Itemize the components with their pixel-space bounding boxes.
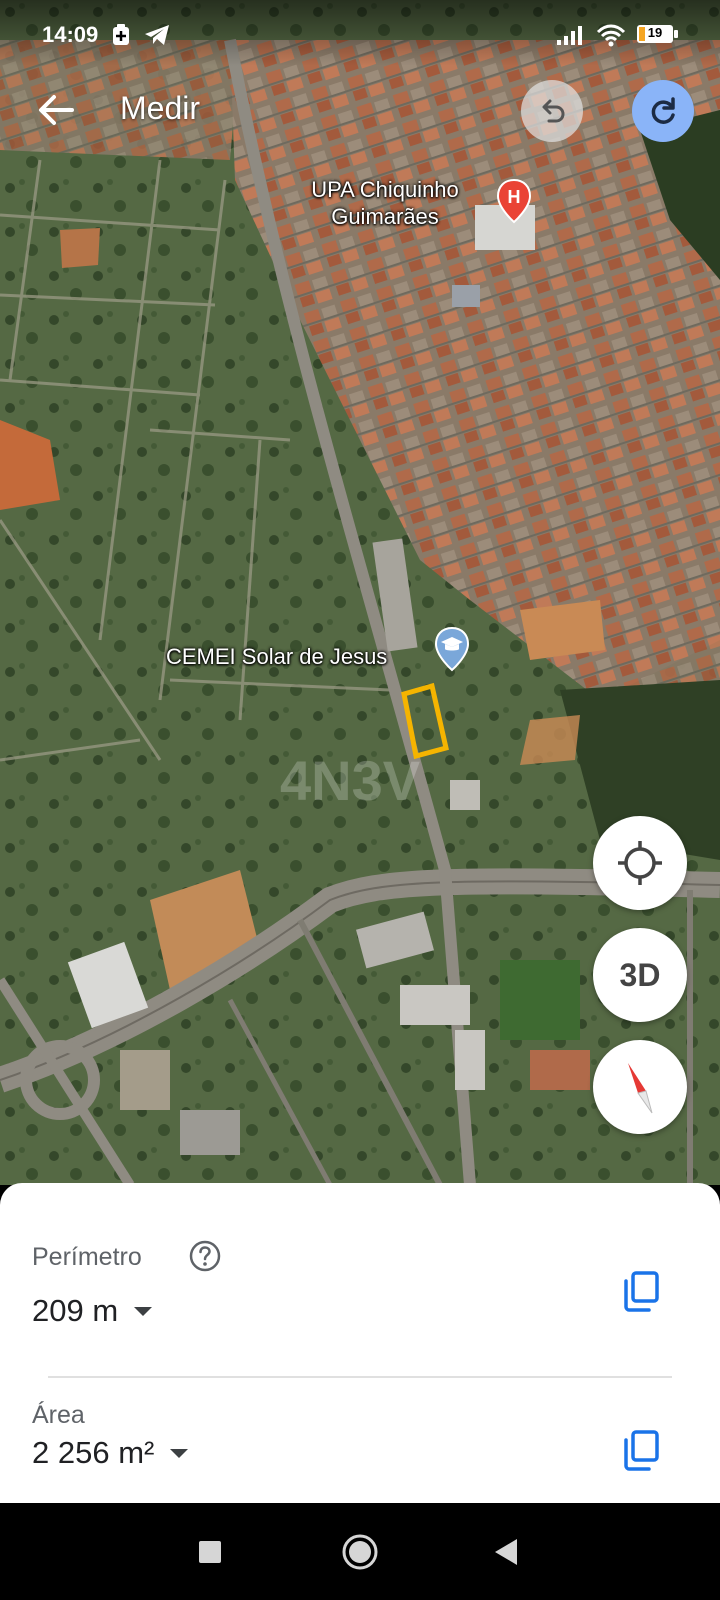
back-icon[interactable]: [493, 1537, 519, 1567]
measurement-sheet: Perímetro 209 m Área 2 256 m²: [0, 1183, 720, 1503]
school-pin-icon[interactable]: [434, 626, 470, 672]
home-icon[interactable]: [341, 1533, 379, 1571]
watermark: 4N3V: [280, 749, 420, 812]
view-3d-button[interactable]: 3D: [593, 928, 687, 1022]
dropdown-arrow-icon: [134, 1307, 153, 1316]
wifi-icon: [596, 24, 626, 47]
battery-icon: 19: [636, 24, 678, 44]
place-label-cemei[interactable]: CEMEI Solar de Jesus: [166, 643, 387, 670]
compass-icon: [628, 1063, 653, 1114]
area-value: 2 256 m²: [32, 1435, 155, 1470]
telegram-icon: [145, 25, 169, 45]
divider: [48, 1376, 672, 1378]
redo-button[interactable]: [632, 80, 694, 142]
help-icon[interactable]: [188, 1239, 222, 1273]
notification-plus-icon: [113, 24, 129, 45]
page-title: Medir: [120, 90, 201, 126]
my-location-button[interactable]: [593, 816, 687, 910]
status-time: 14:09: [42, 22, 99, 47]
perimeter-label: Perímetro: [32, 1243, 142, 1271]
signal-icon: [557, 26, 582, 45]
area-unit-dropdown[interactable]: 2 256 m²: [32, 1435, 190, 1471]
status-bar: 14:09 19: [0, 0, 720, 66]
hospital-pin-icon[interactable]: H: [496, 178, 532, 224]
copy-perimeter-icon[interactable]: [619, 1269, 663, 1313]
my-location-icon: [618, 841, 662, 885]
redo-icon: [651, 97, 675, 124]
area-label: Área: [32, 1401, 85, 1429]
compass-button[interactable]: [593, 1040, 687, 1134]
undo-button[interactable]: [521, 80, 583, 142]
system-nav-bar: [0, 1503, 720, 1600]
undo-icon: [542, 99, 565, 123]
battery-level: 19: [647, 25, 663, 40]
arrow-back-icon[interactable]: [36, 90, 76, 130]
place-label-upa[interactable]: UPA Chiquinho Guimarães: [300, 176, 470, 230]
perimeter-unit-dropdown[interactable]: 209 m: [32, 1293, 154, 1329]
perimeter-value: 209 m: [32, 1293, 119, 1328]
recent-apps-icon[interactable]: [197, 1539, 223, 1565]
dropdown-arrow-icon: [170, 1449, 189, 1458]
svg-text:H: H: [508, 187, 521, 207]
copy-area-icon[interactable]: [619, 1428, 663, 1472]
